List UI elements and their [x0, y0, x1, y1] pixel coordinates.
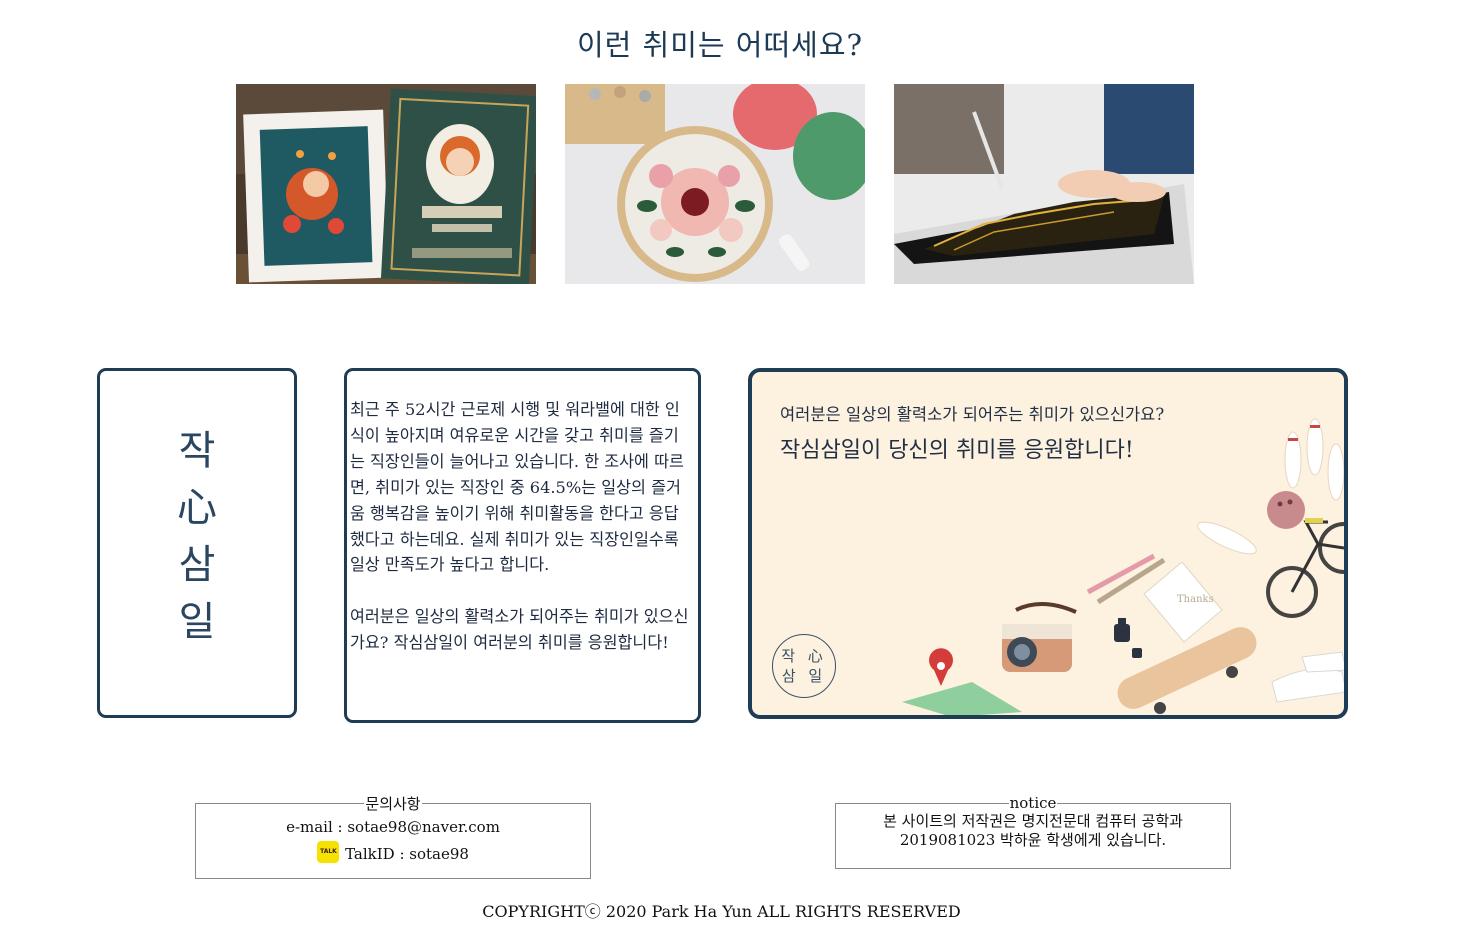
contact-box: 문의사항 e-mail : sotae98@naver.com TALK Talk… — [195, 793, 591, 879]
brand-seal: 작 心 삼 일 — [772, 634, 836, 698]
notice-line-2: 2019081023 박하윤 학생에게 있습니다. — [899, 831, 1167, 849]
notice-legend: notice — [1009, 794, 1057, 812]
banner-title: 작심삼일이 당신의 취미를 응원합니다! — [780, 438, 1134, 463]
banner-subtitle: 여러분은 일상의 활력소가 되어주는 취미가 있으신가요? — [780, 405, 1165, 424]
intro-paragraph-2: 여러분은 일상의 활력소가 되어주는 취미가 있으신가요? 작심삼일이 여러분의… — [350, 607, 689, 653]
intro-card: 최근 주 52시간 근로제 시행 및 워라밸에 대한 인식이 높아지며 여유로운… — [344, 368, 701, 723]
hobby-photo-embroidery[interactable] — [565, 84, 865, 284]
contact-legend: 문의사항 — [365, 795, 421, 813]
contact-email: e-mail : sotae98@naver.com — [286, 818, 500, 836]
copyright-text: COPYRIGHTⓒ 2020 Park Ha Yun ALL RIGHTS R… — [482, 902, 961, 921]
page-heading: 이런 취미는 어떠세요? — [576, 28, 864, 62]
notice-box: notice 본 사이트의 저작권은 명지전문대 컴퓨터 공학과 2019081… — [835, 794, 1231, 869]
intro-paragraph-1: 최근 주 52시간 근로제 시행 및 워라밸에 대한 인식이 높아지며 여유로운… — [350, 400, 684, 575]
hero-banner[interactable]: Thanks 여러분은 일상의 활력소가 되어주는 취미가 있으신가요? 작심삼… — [748, 368, 1348, 719]
kakaotalk-icon: TALK — [317, 841, 340, 863]
hobby-photo-gem-painting[interactable] — [236, 84, 536, 284]
notice-line-1: 본 사이트의 저작권은 명지전문대 컴퓨터 공학과 — [883, 812, 1183, 830]
brand-card: 작 心 삼 일 — [97, 368, 297, 718]
brand-logo-text: 작 心 삼 일 — [177, 428, 217, 645]
contact-kakao: TALK TalkID : sotae98 — [196, 841, 590, 868]
hobby-photo-scratch-art[interactable] — [894, 84, 1194, 284]
svg-text:Thanks: Thanks — [1177, 594, 1214, 605]
kakao-talk-id: TalkID : sotae98 — [345, 845, 469, 863]
